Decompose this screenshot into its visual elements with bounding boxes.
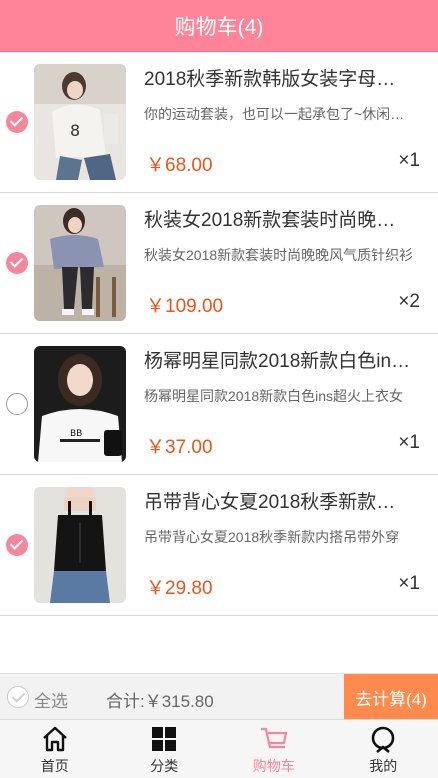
product-quantity: ×1 bbox=[398, 573, 420, 594]
tab-label: 分类 bbox=[150, 758, 179, 774]
product-title[interactable]: 吊带背心女夏2018秋季新款内搭吊带衫 bbox=[144, 487, 414, 514]
product-quantity: ×2 bbox=[398, 291, 420, 312]
product-image[interactable]: BB bbox=[34, 346, 126, 462]
select-all-label[interactable]: 全选 bbox=[34, 687, 68, 712]
bottom-tab-bar: 首页 分类 购物车 我的 bbox=[0, 719, 438, 778]
product-price: ￥109.00 bbox=[146, 296, 224, 317]
cart-icon bbox=[260, 727, 287, 749]
select-all-checkbox[interactable] bbox=[7, 686, 29, 708]
product-image[interactable] bbox=[34, 487, 126, 603]
product-description: 杨幂明星同款2018新款白色ins超火上衣女 bbox=[144, 388, 404, 404]
item-checkbox[interactable] bbox=[6, 111, 28, 133]
item-checkbox[interactable] bbox=[6, 252, 28, 274]
grid-icon bbox=[152, 727, 177, 751]
tab-label: 我的 bbox=[369, 758, 398, 774]
product-quantity: ×1 bbox=[398, 150, 420, 171]
item-checkbox[interactable] bbox=[6, 534, 28, 556]
cart-item[interactable]: BB 杨幂明星同款2018新款白色ins超火T恤 杨幂明星同款2018新款白色i… bbox=[0, 334, 438, 475]
product-price: ￥68.00 bbox=[146, 155, 213, 176]
checkout-label: 去计算(4) bbox=[355, 689, 427, 709]
tab-home[interactable]: 首页 bbox=[0, 720, 110, 778]
product-image[interactable] bbox=[34, 205, 126, 321]
page-title: 购物车(4) bbox=[174, 15, 264, 39]
tab-label: 购物车 bbox=[252, 758, 295, 774]
cart-list: 8 2018秋季新款韩版女装字母印花卫衣运动套装 你的运动套装，也可以一起承包了… bbox=[0, 52, 438, 616]
cart-item[interactable]: 吊带背心女夏2018秋季新款内搭吊带衫 吊带背心女夏2018秋季新款内搭吊带外穿… bbox=[0, 475, 438, 616]
product-description: 吊带背心女夏2018秋季新款内搭吊带外穿 bbox=[144, 529, 400, 545]
cart-item[interactable]: 秋装女2018新款套装时尚晚晚风气质两件套 秋装女2018新款套装时尚晚晚风气质… bbox=[0, 193, 438, 334]
product-description: 你的运动套装，也可以一起承包了~休闲百搭 bbox=[144, 106, 414, 122]
cart-summary-bar: 全选 合计:￥315.80 去计算(4) bbox=[0, 673, 438, 720]
item-checkbox[interactable] bbox=[6, 393, 28, 415]
product-description: 秋装女2018新款套装时尚晚晚风气质针织衫 bbox=[144, 247, 414, 263]
tab-category[interactable]: 分类 bbox=[110, 720, 220, 778]
checkout-button[interactable]: 去计算(4) bbox=[344, 674, 438, 720]
shopping-cart-page: 购物车(4) 8 2018秋季新款韩版女装字母印花卫衣运动套装 你 bbox=[0, 0, 438, 778]
svg-text:8: 8 bbox=[70, 121, 80, 140]
product-title[interactable]: 秋装女2018新款套装时尚晚晚风气质两件套 bbox=[144, 205, 414, 232]
tab-cart[interactable]: 购物车 bbox=[219, 720, 329, 778]
tab-label: 首页 bbox=[40, 758, 69, 774]
svg-text:BB: BB bbox=[70, 429, 82, 439]
tab-profile[interactable]: 我的 bbox=[329, 720, 438, 778]
cart-item[interactable]: 8 2018秋季新款韩版女装字母印花卫衣运动套装 你的运动套装，也可以一起承包了… bbox=[0, 52, 438, 193]
user-icon bbox=[371, 726, 395, 753]
product-price: ￥37.00 bbox=[146, 437, 213, 458]
product-image[interactable]: 8 bbox=[34, 64, 126, 180]
product-price: ￥29.80 bbox=[146, 578, 213, 599]
total-price: 合计:￥315.80 bbox=[106, 692, 214, 711]
header-bar: 购物车(4) bbox=[0, 0, 438, 52]
home-icon bbox=[42, 726, 67, 752]
product-title[interactable]: 杨幂明星同款2018新款白色ins超火T恤 bbox=[144, 346, 414, 373]
product-title[interactable]: 2018秋季新款韩版女装字母印花卫衣运动套装 bbox=[144, 64, 414, 91]
product-quantity: ×1 bbox=[398, 432, 420, 453]
